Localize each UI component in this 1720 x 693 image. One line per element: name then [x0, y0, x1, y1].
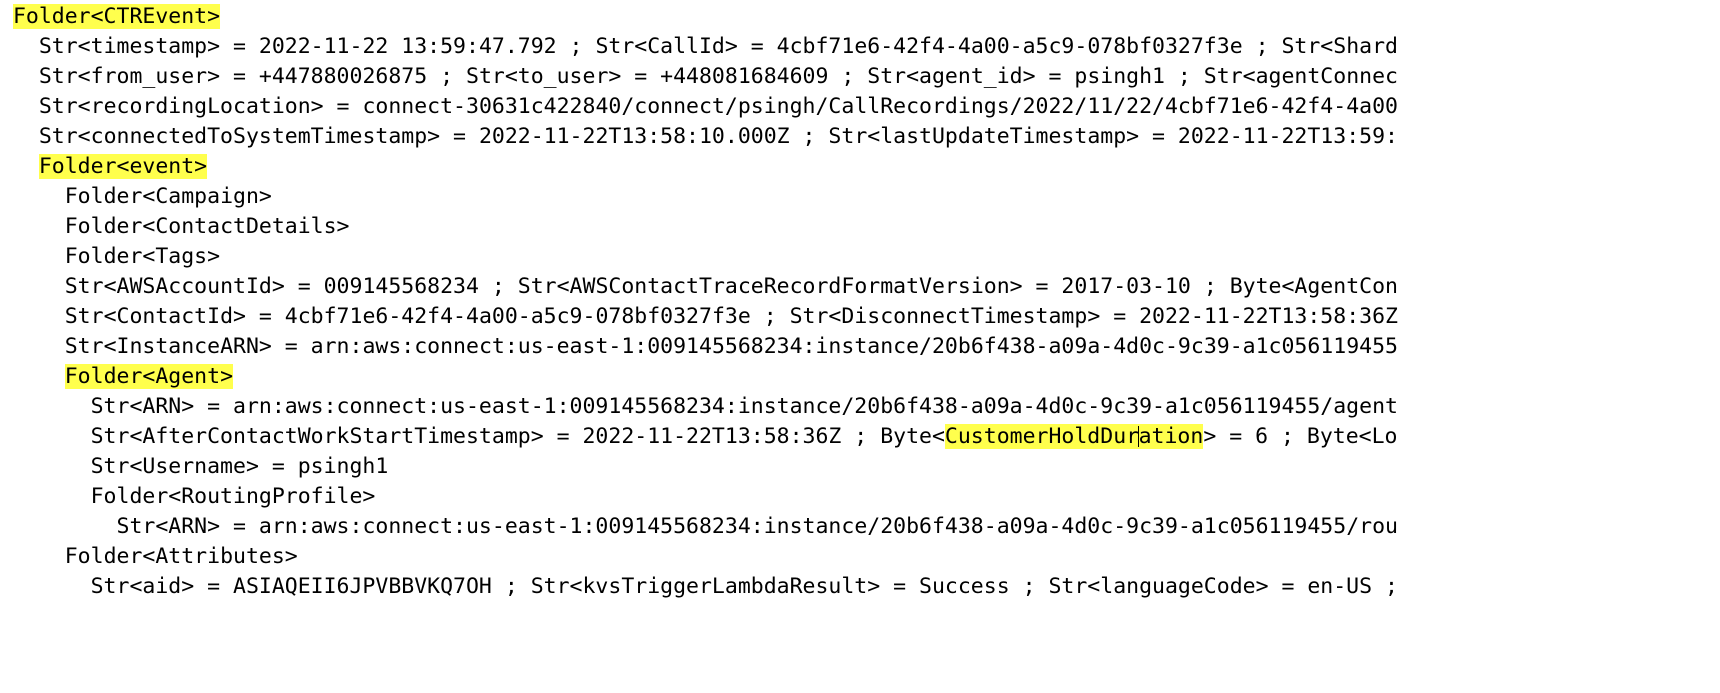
tree-line[interactable]: Folder<event>	[0, 152, 1720, 182]
search-match-highlight-after-caret[interactable]: ation	[1138, 424, 1204, 449]
tree-node-label: Folder<ContactDetails>	[64, 214, 350, 239]
tree-node-label: Str<AWSAccountId> = 009145568234 ; Str<A…	[64, 274, 1398, 299]
tree-node-label: Str<aid> = ASIAQEII6JPVBBVKQ7OH ; Str<kv…	[90, 574, 1398, 599]
tree-line[interactable]: Folder<Campaign>	[0, 182, 1720, 212]
tree-node-label: Str<ARN> = arn:aws:connect:us-east-1:009…	[90, 394, 1398, 419]
tree-node-label: Folder<RoutingProfile>	[90, 484, 376, 509]
tree-line[interactable]: Str<AfterContactWorkStartTimestamp> = 20…	[0, 422, 1720, 452]
tree-node-label: Str<ARN> = arn:aws:connect:us-east-1:009…	[116, 514, 1398, 539]
tree-node-label-highlighted[interactable]: Folder<CTREvent>	[12, 4, 221, 29]
tree-node-label: Str<AfterContactWorkStartTimestamp> = 20…	[90, 424, 945, 449]
tree-node-label: Str<from_user> = +447880026875 ; Str<to_…	[38, 64, 1398, 89]
tree-line[interactable]: Folder<Agent>	[0, 362, 1720, 392]
tree-line[interactable]: Folder<ContactDetails>	[0, 212, 1720, 242]
tree-line[interactable]: Str<Username> = psingh1	[0, 452, 1720, 482]
ctr-event-tree-view[interactable]: Folder<CTREvent> Str<timestamp> = 2022-1…	[0, 0, 1720, 693]
tree-line[interactable]: Folder<RoutingProfile>	[0, 482, 1720, 512]
tree-node-label: Str<InstanceARN> = arn:aws:connect:us-ea…	[64, 334, 1398, 359]
tree-line[interactable]: Folder<Attributes>	[0, 542, 1720, 572]
tree-line[interactable]: Str<ContactId> = 4cbf71e6-42f4-4a00-a5c9…	[0, 302, 1720, 332]
search-match-highlight-before-caret[interactable]: CustomerHoldDur	[944, 424, 1140, 449]
tree-node-label: Str<Username> = psingh1	[90, 454, 389, 479]
tree-line[interactable]: Str<AWSAccountId> = 009145568234 ; Str<A…	[0, 272, 1720, 302]
tree-line[interactable]: Str<recordingLocation> = connect-30631c4…	[0, 92, 1720, 122]
tree-line[interactable]: Str<timestamp> = 2022-11-22 13:59:47.792…	[0, 32, 1720, 62]
tree-node-label-highlighted[interactable]: Folder<event>	[38, 154, 208, 179]
tree-line[interactable]: Str<connectedToSystemTimestamp> = 2022-1…	[0, 122, 1720, 152]
tree-node-label: Folder<Campaign>	[64, 184, 272, 209]
tree-node-label: Str<connectedToSystemTimestamp> = 2022-1…	[38, 124, 1398, 149]
tree-line[interactable]: Str<ARN> = arn:aws:connect:us-east-1:009…	[0, 512, 1720, 542]
tree-line[interactable]: Str<from_user> = +447880026875 ; Str<to_…	[0, 62, 1720, 92]
tree-line[interactable]: Str<ARN> = arn:aws:connect:us-east-1:009…	[0, 392, 1720, 422]
tree-line[interactable]: Folder<CTREvent>	[0, 2, 1720, 32]
tree-node-label: Str<timestamp> = 2022-11-22 13:59:47.792…	[38, 34, 1398, 59]
tree-node-label: Folder<Attributes>	[64, 544, 298, 569]
tree-line[interactable]: Folder<Tags>	[0, 242, 1720, 272]
tree-line[interactable]: Str<InstanceARN> = arn:aws:connect:us-ea…	[0, 332, 1720, 362]
tree-node-label: Str<recordingLocation> = connect-30631c4…	[38, 94, 1398, 119]
tree-node-label: Folder<Tags>	[64, 244, 221, 269]
tree-node-label: Str<ContactId> = 4cbf71e6-42f4-4a00-a5c9…	[64, 304, 1398, 329]
tree-node-value: > = 6 ; Byte<Lo	[1203, 424, 1398, 449]
tree-node-label-highlighted[interactable]: Folder<Agent>	[64, 364, 234, 389]
tree-line[interactable]: Str<aid> = ASIAQEII6JPVBBVKQ7OH ; Str<kv…	[0, 572, 1720, 602]
